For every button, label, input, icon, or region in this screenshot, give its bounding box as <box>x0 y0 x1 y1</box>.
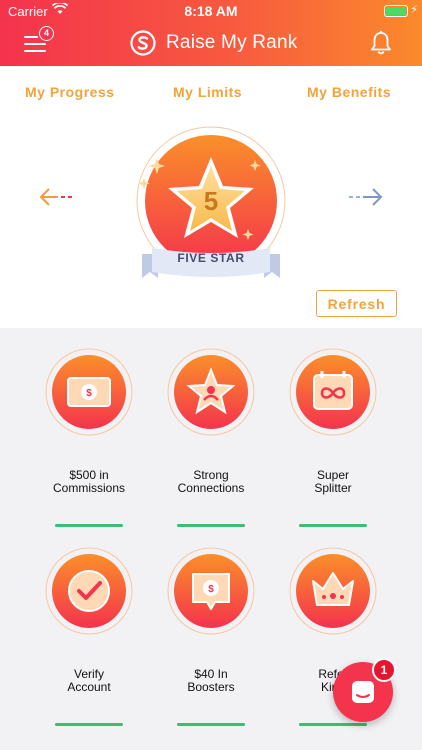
tab-bar: My Progress My Limits My Benefits <box>0 84 422 106</box>
tab-my-limits[interactable]: My Limits <box>173 84 242 100</box>
benefit-title: Super Splitter <box>314 468 352 495</box>
benefit-progress <box>55 723 123 726</box>
chat-coin-icon: $ <box>167 547 255 635</box>
status-bar: Carrier 8:18 AM ⚡ <box>0 0 422 22</box>
s-logo-icon <box>130 30 156 56</box>
battery-icon <box>384 5 408 17</box>
bell-icon[interactable] <box>370 30 392 56</box>
benefit-title: Strong Connections <box>177 468 245 495</box>
benefit-title: $500 in Commissions <box>52 468 125 495</box>
refresh-button[interactable]: Refresh <box>316 290 397 317</box>
charging-icon: ⚡ <box>410 4 418 16</box>
benefit-progress <box>177 723 245 726</box>
status-time: 8:18 AM <box>184 3 238 19</box>
hamburger-menu-icon <box>24 36 38 38</box>
svg-text:$: $ <box>208 584 214 595</box>
checkmark-icon <box>45 547 133 635</box>
benefit-item[interactable]: $ $40 In Boosters <box>146 527 276 726</box>
benefit-item[interactable]: Verify Account <box>24 527 154 726</box>
svg-text:$: $ <box>86 388 92 399</box>
menu-badge: 4 <box>39 26 54 41</box>
previous-rank-arrow-icon[interactable] <box>38 186 76 208</box>
rank-section: My Progress My Limits My Benefits 5 FIVE… <box>0 66 422 328</box>
brand: Raise My Rank <box>130 29 297 57</box>
rank-label: FIVE STAR <box>177 251 245 265</box>
tab-my-progress[interactable]: My Progress <box>25 84 115 100</box>
benefit-item[interactable]: Super Splitter <box>268 328 398 527</box>
hamburger-line <box>24 43 46 45</box>
hamburger-line <box>24 50 46 52</box>
benefit-item[interactable]: $ $500 in Commissions <box>24 328 154 527</box>
app-header: Carrier 8:18 AM ⚡ 4 Raise My Rank <box>0 0 422 66</box>
menu-button[interactable]: 4 <box>24 26 54 56</box>
money-bill-icon: $ <box>45 348 133 436</box>
next-rank-arrow-icon[interactable] <box>346 186 384 208</box>
tab-my-benefits[interactable]: My Benefits <box>307 84 391 100</box>
page-title: Raise My Rank <box>166 32 298 53</box>
benefit-title: Verify Account <box>67 667 111 694</box>
benefit-progress <box>299 723 367 726</box>
rank-number: 5 <box>204 186 218 216</box>
star-person-icon <box>167 348 255 436</box>
crown-icon <box>289 547 377 635</box>
benefit-item[interactable]: Strong Connections <box>146 328 276 527</box>
infinity-card-icon <box>289 348 377 436</box>
chat-badge: 1 <box>372 658 396 682</box>
benefit-title: $40 In Boosters <box>187 667 235 694</box>
